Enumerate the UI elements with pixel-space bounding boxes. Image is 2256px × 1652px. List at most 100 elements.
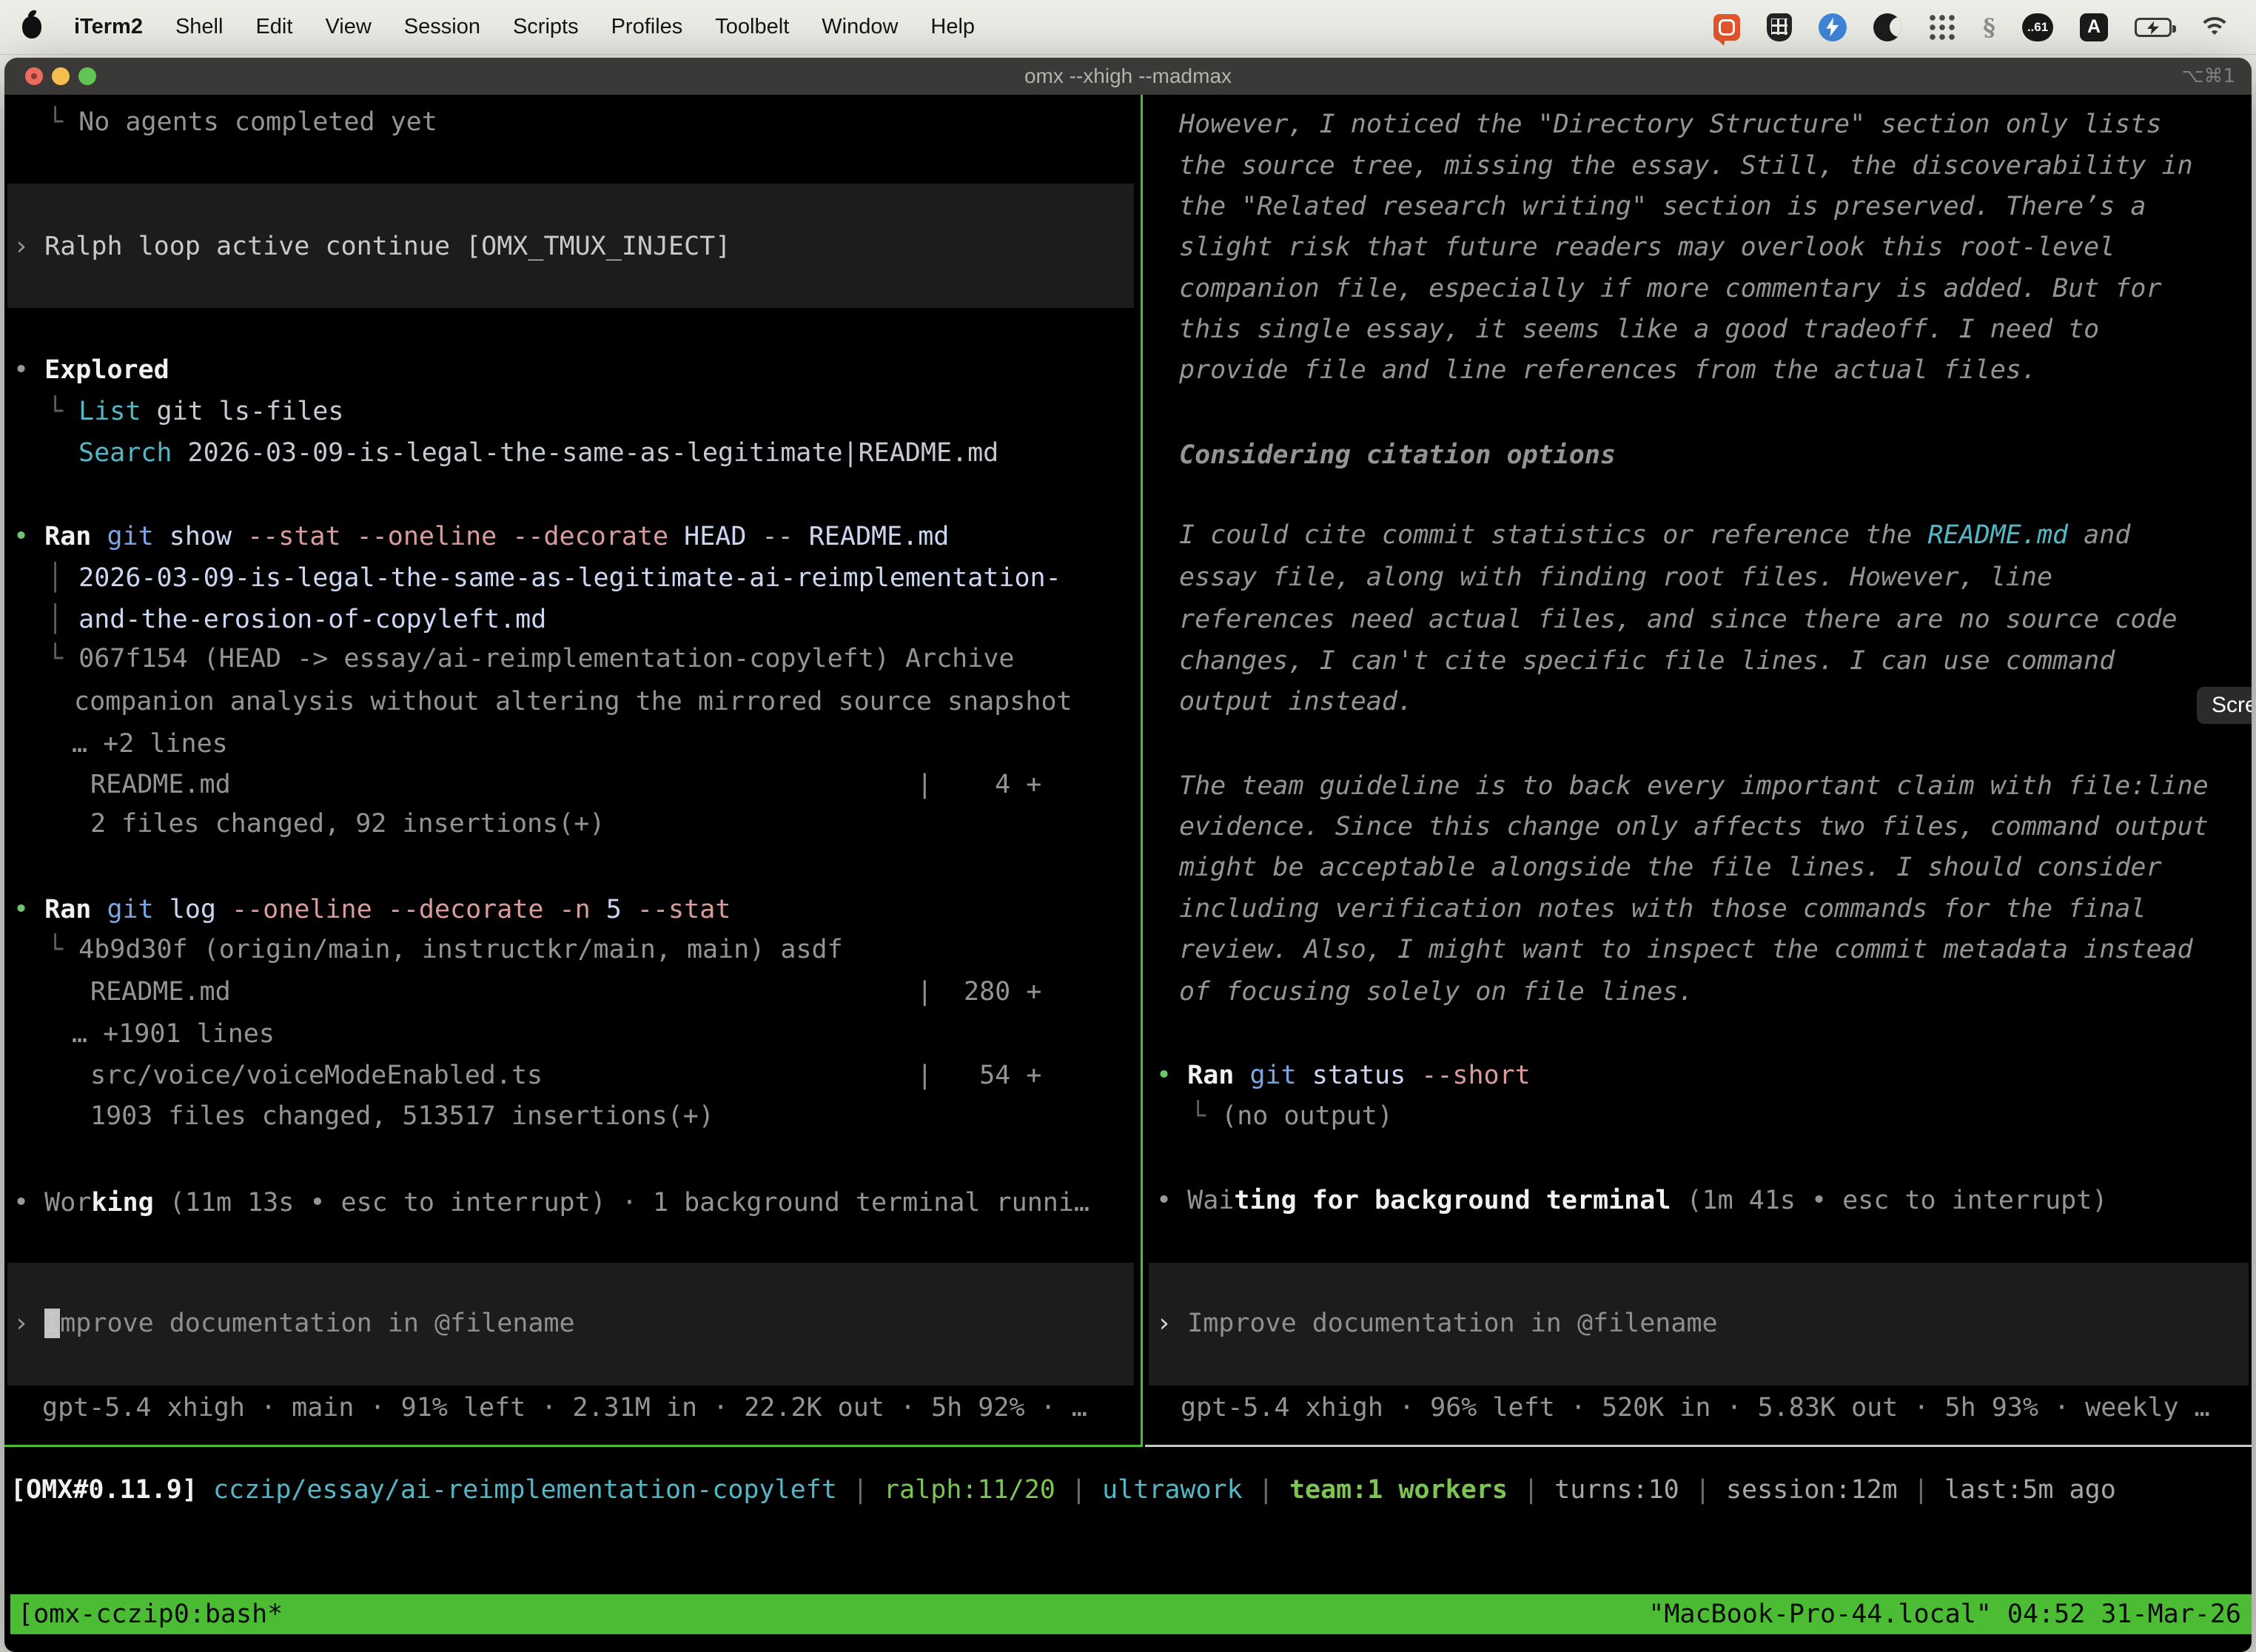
notification-tooltip: Scre: [2197, 687, 2252, 724]
terminal-line: provide file and line references from th…: [1179, 354, 2037, 386]
text-segment: (1m 41s • esc to interrupt): [1671, 1186, 2107, 1215]
text-segment: --oneline --decorate -n: [232, 895, 591, 924]
apple-menu-icon[interactable]: [22, 16, 41, 38]
menu-item-help[interactable]: Help: [930, 15, 975, 39]
text-segment: [OMX#0.11.9]: [10, 1475, 198, 1505]
terminal-line: └ (no output): [1190, 1100, 1393, 1132]
terminal-line: │ 2026-03-09-is-legal-the-same-as-legiti…: [47, 562, 1061, 594]
menu-item-profiles[interactable]: Profiles: [611, 15, 683, 39]
terminal-line: └ 067f154 (HEAD -> essay/ai-reimplementa…: [47, 642, 1014, 675]
text-segment: Search: [78, 438, 172, 468]
text-segment: essay file, along with finding root file…: [1179, 563, 2052, 592]
terminal-line: review. Also, I might want to inspect th…: [1179, 933, 2193, 966]
menu-item-window[interactable]: Window: [822, 15, 898, 39]
pane-border-bottom-right: [1145, 1445, 2252, 1447]
menu-item-shell[interactable]: Shell: [175, 15, 224, 39]
grid-shield-icon[interactable]: [1767, 13, 1792, 41]
text-segment: slight risk that future readers may over…: [1179, 232, 2115, 262]
menu-item-view[interactable]: View: [325, 15, 371, 39]
text-segment: •: [13, 355, 44, 385]
text-segment: •: [13, 895, 44, 924]
terminal-content: └ No agents completed yet › Ralph loop ac…: [4, 58, 2252, 1652]
menu-item-scripts[interactable]: Scripts: [513, 15, 579, 39]
terminal-line: src/voice/voiceModeEnabled.ts | 54 +: [90, 1059, 1041, 1092]
menu-item-toolbelt[interactable]: Toolbelt: [715, 15, 789, 39]
dots-grid-icon[interactable]: [1928, 13, 1956, 41]
text-segment: │: [47, 563, 78, 593]
terminal-line: README.md | 280 +: [90, 976, 1041, 1008]
text-segment: Ralph loop active continue [OMX_TMUX_INJ…: [44, 232, 731, 261]
terminal-line: … +1901 lines: [72, 1018, 275, 1050]
text-segment: No agents completed yet: [78, 107, 437, 137]
text-segment: └: [47, 644, 78, 674]
text-segment: [91, 522, 107, 551]
menubar-status-icons: § ..61 A: [1713, 13, 2256, 41]
text-segment: changes, I can't cite specific file line…: [1179, 646, 2115, 676]
menu-item-session[interactable]: Session: [404, 15, 480, 39]
right-prompt-line: › Improve documentation in @filename: [1156, 1307, 1718, 1340]
pane-border-bottom-left: [4, 1445, 1143, 1447]
text-segment: review. Also, I might want to inspect th…: [1179, 935, 2193, 964]
squiggle-icon[interactable]: §: [1983, 13, 1995, 41]
text-segment: companion analysis without altering the …: [74, 687, 1072, 716]
text-segment: └: [47, 107, 78, 137]
text-segment: ›: [13, 232, 44, 261]
text-segment: Ran: [44, 522, 91, 551]
text-segment: 4b9d30f (origin/main, instructkr/main, m…: [78, 935, 843, 964]
text-segment: king: [91, 1188, 153, 1218]
text-segment: •: [13, 522, 44, 551]
text-segment: The team guideline is to back every impo…: [1179, 771, 2209, 801]
text-segment: ralph:11/20: [884, 1475, 1055, 1505]
text-segment: mprove documentation in @filename: [60, 1309, 574, 1338]
pane-divider[interactable]: [1141, 95, 1143, 1445]
text-segment: status: [1297, 1061, 1422, 1090]
menu-item-edit[interactable]: Edit: [255, 15, 292, 39]
text-segment: 2026-03-09-is-legal-the-same-as-legitima…: [78, 563, 1061, 593]
text-segment: team:1 workers: [1289, 1475, 1508, 1505]
text-segment: ting for background terminal: [1234, 1186, 1671, 1215]
terminal-line: companion analysis without altering the …: [74, 685, 1072, 718]
working-status-line: • Working (11m 13s • esc to interrupt) ·…: [13, 1186, 1090, 1219]
text-segment: turns:10: [1554, 1475, 1679, 1505]
battery-icon[interactable]: [2135, 18, 2172, 37]
text-segment: •: [1156, 1186, 1187, 1215]
text-segment: and: [2068, 520, 2130, 550]
spark-badge-icon[interactable]: [1819, 13, 1847, 41]
crescent-icon[interactable]: [1873, 13, 1901, 41]
terminal-line: Search 2026-03-09-is-legal-the-same-as-l…: [78, 437, 998, 469]
text-segment: cczip/essay/ai-reimplementation-copyleft: [213, 1475, 837, 1505]
terminal-line: • Ran git log --oneline --decorate -n 5 …: [13, 893, 731, 926]
wifi-icon[interactable]: [2198, 16, 2231, 39]
text-segment: gpt-5.4 xhigh · main · 91% left · 2.31M …: [42, 1393, 1087, 1423]
text-segment: git: [1249, 1061, 1296, 1090]
text-segment: ultrawork: [1102, 1475, 1243, 1505]
terminal-line: output instead.: [1179, 685, 1413, 718]
text-segment: and-the-erosion-of-copyleft.md: [78, 605, 546, 634]
screenshot-app-icon[interactable]: [1713, 14, 1740, 41]
text-segment: git: [107, 522, 153, 551]
waiting-status-line: • Waiting for background terminal (1m 41…: [1156, 1184, 2107, 1217]
text-segment: Considering citation options: [1179, 440, 1616, 470]
terminal-line: the "Related research writing" section i…: [1179, 190, 2146, 223]
text-segment: README.md: [793, 522, 950, 551]
usage-badge-icon[interactable]: ..61: [2022, 13, 2053, 41]
text-segment: references need actual files, and since …: [1179, 605, 2178, 634]
terminal-line: • Ran git show --stat --oneline --decora…: [13, 520, 949, 553]
text-segment: └: [1190, 1101, 1221, 1131]
terminal-line: essay file, along with finding root file…: [1179, 561, 2052, 594]
a-badge-icon[interactable]: A: [2080, 13, 2108, 41]
text-segment: (no output): [1221, 1101, 1393, 1131]
text-segment: gpt-5.4 xhigh · 96% left · 520K in · 5.8…: [1181, 1393, 2210, 1423]
menu-item-iterm2[interactable]: iTerm2: [74, 15, 143, 39]
text-segment: 2 files changed, 92 insertions(+): [90, 809, 605, 839]
right-model-status-line: gpt-5.4 xhigh · 96% left · 520K in · 5.8…: [1181, 1391, 2210, 1424]
text-segment: ›: [1156, 1309, 1187, 1338]
text-segment: ›: [13, 1309, 44, 1338]
terminal-line: … +2 lines: [72, 728, 228, 760]
terminal-line: references need actual files, and since …: [1179, 603, 2178, 636]
text-segment: the source tree, missing the essay. Stil…: [1179, 151, 2193, 181]
text-segment: show: [154, 522, 247, 551]
text-segment: log: [154, 895, 232, 924]
text-segment: of focusing solely on file lines.: [1179, 977, 1693, 1007]
terminal-line: 2 files changed, 92 insertions(+): [90, 807, 605, 840]
